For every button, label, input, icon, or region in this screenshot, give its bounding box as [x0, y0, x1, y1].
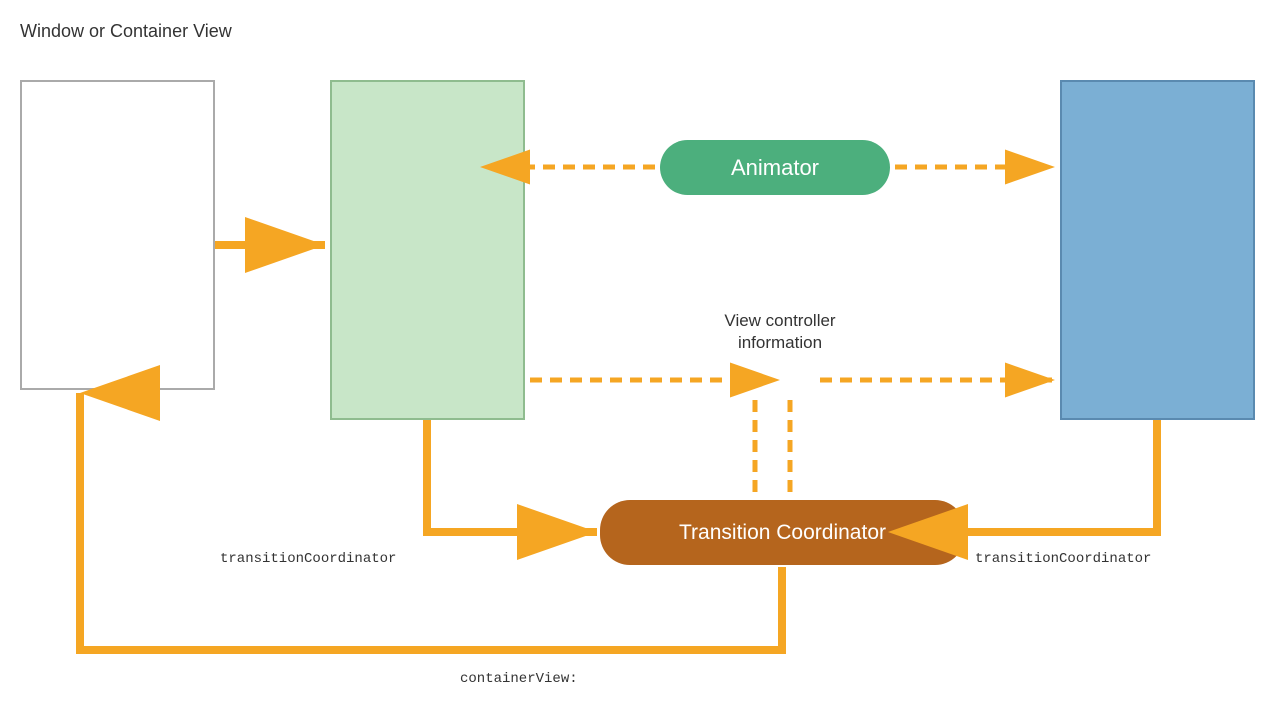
- vc-info-label: View controllerinformation: [680, 310, 880, 354]
- window-container-box: [20, 80, 215, 390]
- window-container-label: Window or Container View: [20, 20, 232, 43]
- to-vc-box: [1060, 80, 1255, 420]
- transition-coordinator-pill: Transition Coordinator: [600, 500, 965, 565]
- blue-to-tc-arrow: [968, 420, 1157, 532]
- transition-coordinator-prop-right: transitionCoordinator: [975, 550, 1151, 568]
- animator-pill: Animator: [660, 140, 890, 195]
- green-to-tc-arrow: [427, 420, 597, 532]
- container-view-label: containerView:: [460, 670, 578, 688]
- transition-coordinator-prop-left: transitionCoordinator: [220, 550, 396, 568]
- from-vc-box: [330, 80, 525, 420]
